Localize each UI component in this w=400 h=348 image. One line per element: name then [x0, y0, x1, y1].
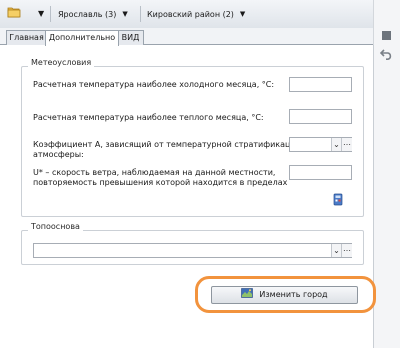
change-city-button[interactable]: Изменить город: [211, 286, 358, 304]
district-label: Кировский район (2): [147, 10, 234, 19]
weather-group-title: Метеоусловия: [28, 58, 95, 67]
square-icon[interactable]: [381, 30, 392, 43]
chevron-down-icon: ▼: [239, 10, 246, 18]
topo-combo[interactable]: ⌄ …: [33, 243, 352, 258]
tab-view[interactable]: ВИД: [117, 30, 144, 45]
chevron-down-icon: ▼: [122, 10, 128, 18]
ellipsis-icon[interactable]: …: [341, 138, 352, 151]
wind-speed-input[interactable]: [289, 165, 352, 180]
undo-icon[interactable]: [379, 48, 393, 62]
district-dropdown[interactable]: Кировский район (2) ▼: [147, 0, 245, 28]
change-city-label: Изменить город: [259, 290, 328, 299]
cold-month-temp-input[interactable]: [289, 77, 352, 92]
coeff-a-label-line2: атмосферы:: [33, 150, 84, 159]
city-map-icon: [241, 288, 254, 298]
tab-additional[interactable]: Дополнительно: [45, 30, 119, 46]
toolbar-separator: [140, 6, 141, 22]
ellipsis-icon[interactable]: …: [341, 244, 352, 257]
right-rail: [373, 0, 400, 348]
coeff-a-combo[interactable]: ⌄ …: [289, 137, 352, 152]
chevron-down-icon[interactable]: ⌄: [331, 244, 341, 257]
warm-month-temp-label: Расчетная температура наиболее теплого м…: [33, 113, 264, 122]
region-dropdown[interactable]: Ярославль (3) ▼: [58, 0, 128, 28]
wind-speed-label-line2: повторяемость превышения которой находит…: [33, 178, 288, 187]
chevron-down-icon[interactable]: ⌄: [331, 138, 341, 151]
toolbar-separator: [50, 6, 51, 22]
calculator-icon[interactable]: [333, 193, 343, 208]
topo-group-title: Топооснова: [28, 222, 83, 231]
folder-dropdown-caret-icon[interactable]: ▼: [38, 0, 44, 28]
folder-icon[interactable]: [7, 0, 21, 28]
tab-main[interactable]: Главная: [6, 30, 47, 45]
toolbar: ▼ Ярославль (3) ▼ Кировский район (2) ▼: [0, 0, 373, 29]
warm-month-temp-input[interactable]: [289, 109, 352, 124]
cold-month-temp-label: Расчетная температура наиболее холодного…: [33, 80, 275, 89]
wind-speed-label-line1: U* – скорость ветра, наблюдаемая на данн…: [33, 168, 276, 177]
coeff-a-label-line1: Коэффициент А, зависящий от температурно…: [33, 140, 301, 149]
region-label: Ярославль (3): [58, 10, 117, 19]
